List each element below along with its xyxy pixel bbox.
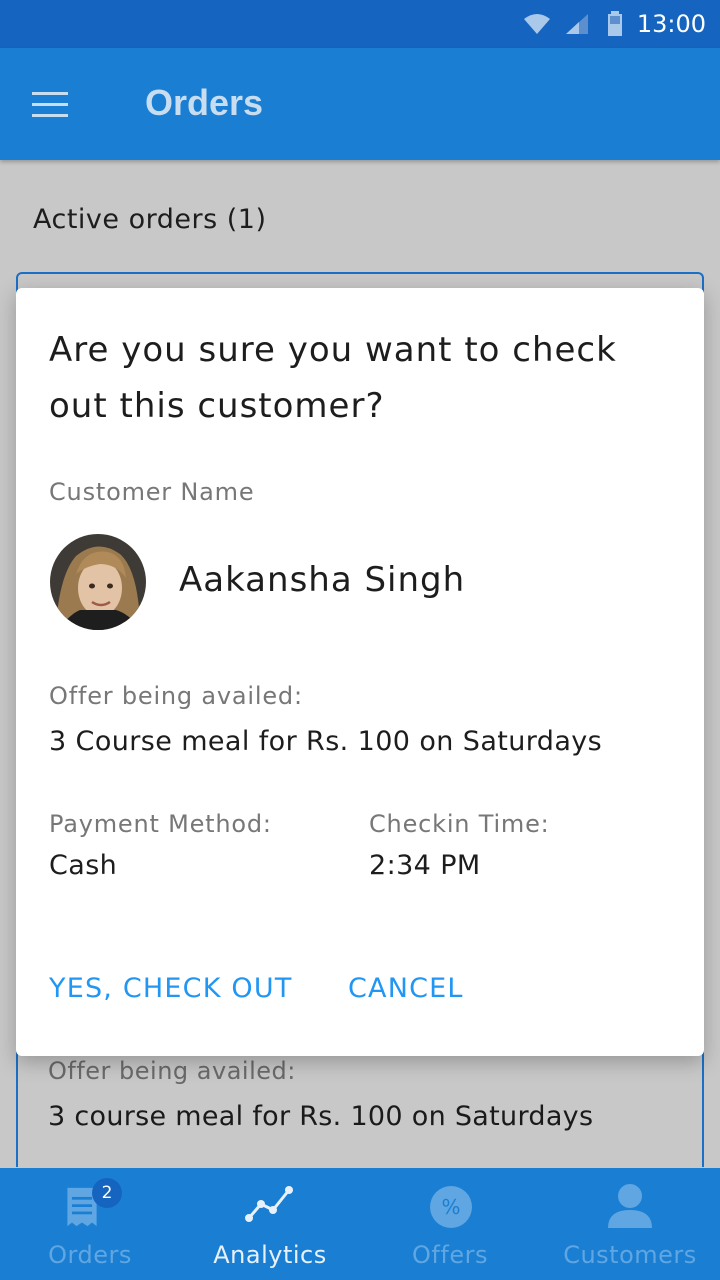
nav-label-offers: Offers bbox=[412, 1241, 488, 1269]
orders-badge: 2 bbox=[92, 1178, 122, 1208]
status-time: 13:00 bbox=[636, 10, 706, 38]
cancel-button[interactable]: CANCEL bbox=[348, 973, 464, 1004]
offer-percent-icon: % bbox=[430, 1186, 472, 1228]
battery-icon bbox=[607, 11, 622, 36]
dialog-title: Are you sure you want to check out this … bbox=[49, 330, 617, 426]
nav-item-orders[interactable]: 2 Orders bbox=[0, 1168, 180, 1280]
nav-item-analytics[interactable]: Analytics bbox=[180, 1168, 360, 1280]
checkout-dialog: Are you sure you want to check out this … bbox=[16, 288, 704, 1056]
active-orders-heading: Active orders (1) bbox=[33, 204, 267, 235]
svg-text:%: % bbox=[441, 1195, 460, 1219]
page-title: Orders bbox=[145, 82, 264, 123]
analytics-icon bbox=[245, 1186, 293, 1222]
customer-name-label: Customer Name bbox=[49, 478, 255, 506]
offer-value: 3 Course meal for Rs. 100 on Saturdays bbox=[49, 726, 603, 757]
checkin-time-label: Checkin Time: bbox=[369, 810, 550, 838]
menu-icon[interactable] bbox=[32, 92, 68, 118]
order-card-offer-value: 3 course meal for Rs. 100 on Saturdays bbox=[48, 1101, 594, 1132]
avatar bbox=[50, 534, 146, 630]
confirm-checkout-button[interactable]: YES, CHECK OUT bbox=[49, 973, 293, 1004]
checkin-time-value: 2:34 PM bbox=[369, 850, 481, 881]
nav-label-analytics: Analytics bbox=[213, 1241, 327, 1269]
nav-label-customers: Customers bbox=[563, 1241, 697, 1269]
person-icon bbox=[608, 1184, 652, 1228]
nav-label-orders: Orders bbox=[48, 1241, 132, 1269]
signal-icon bbox=[565, 14, 588, 34]
payment-method-label: Payment Method: bbox=[49, 810, 272, 838]
nav-item-offers[interactable]: % Offers bbox=[360, 1168, 540, 1280]
customer-name: Aakansha Singh bbox=[179, 560, 466, 600]
order-card-offer-label: Offer being availed: bbox=[48, 1057, 296, 1085]
app-bar: Orders bbox=[0, 48, 720, 160]
payment-method-value: Cash bbox=[49, 850, 118, 881]
bottom-nav: 2 Orders Analytics % Offers Customers bbox=[0, 1168, 720, 1280]
offer-label: Offer being availed: bbox=[49, 682, 303, 710]
nav-item-customers[interactable]: Customers bbox=[540, 1168, 720, 1280]
wifi-icon bbox=[523, 14, 550, 34]
status-bar: 13:00 bbox=[0, 0, 720, 48]
